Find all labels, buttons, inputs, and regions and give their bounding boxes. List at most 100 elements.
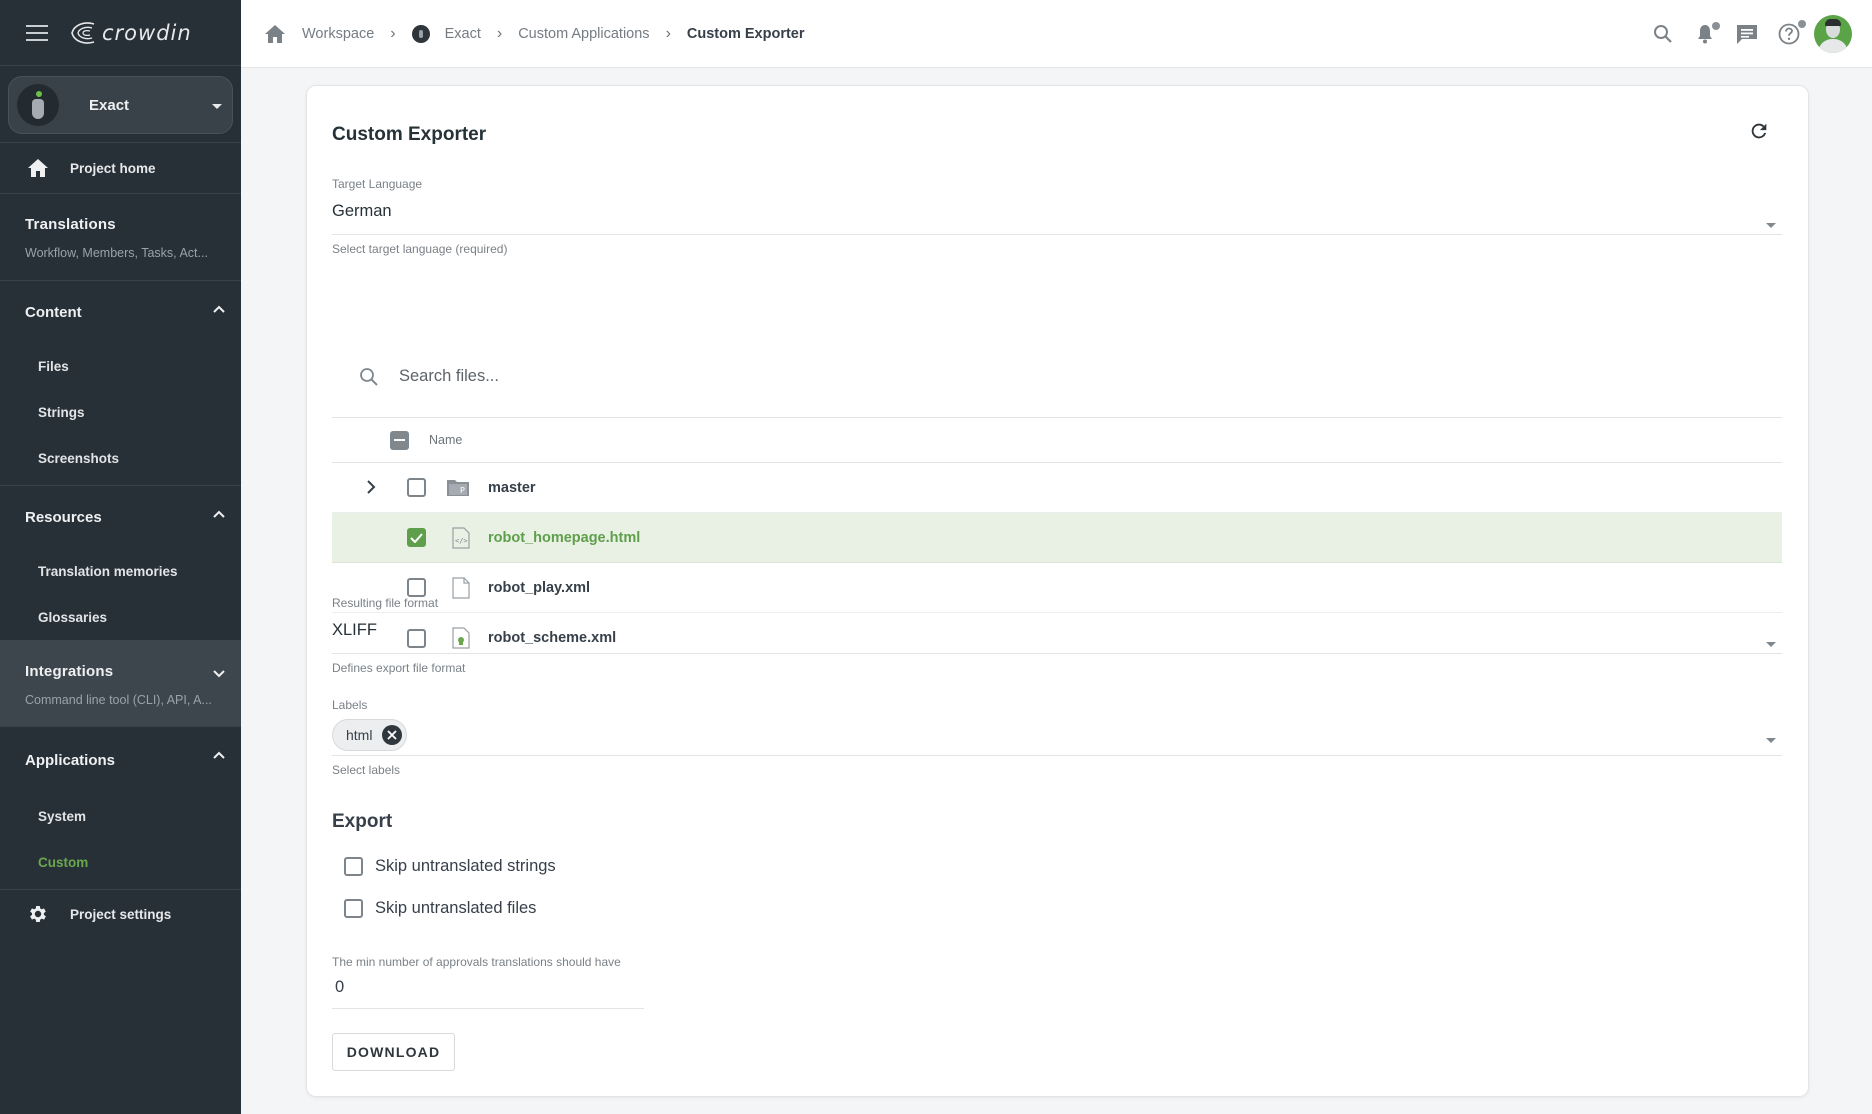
section-title: Translations bbox=[25, 216, 116, 233]
row-checkbox[interactable] bbox=[407, 478, 426, 497]
crowdin-logo[interactable]: crowdin bbox=[68, 21, 192, 45]
min-approvals-field: The min number of approvals translations… bbox=[332, 955, 644, 1009]
sidebar-item-translation-memories[interactable]: Translation memories bbox=[0, 548, 241, 594]
sidebar-section-applications[interactable]: Applications bbox=[0, 727, 241, 793]
field-help-text: Select target language (required) bbox=[332, 242, 508, 256]
section-title: Applications bbox=[25, 751, 116, 769]
breadcrumb-current: Custom Exporter bbox=[686, 25, 805, 42]
breadcrumb-project[interactable]: Exact bbox=[445, 26, 481, 42]
chevron-right-icon: › bbox=[665, 24, 671, 42]
min-approvals-input[interactable] bbox=[332, 978, 644, 997]
home-icon bbox=[26, 158, 50, 178]
row-checkbox[interactable] bbox=[407, 578, 426, 597]
file-name: robot_play.xml bbox=[488, 579, 591, 596]
file-name: robot_homepage.html bbox=[488, 529, 641, 546]
export-section-title: Export bbox=[332, 811, 393, 832]
table-row[interactable]: </> robot_homepage.html bbox=[332, 513, 1782, 563]
field-underline bbox=[332, 755, 1782, 756]
svg-text:P: P bbox=[460, 486, 465, 495]
folder-icon: P bbox=[447, 480, 469, 496]
refresh-button[interactable] bbox=[1748, 120, 1770, 147]
dropdown-caret-icon[interactable] bbox=[1766, 642, 1776, 647]
field-label: Resulting file format bbox=[332, 596, 439, 610]
field-label: The min number of approvals translations… bbox=[332, 955, 621, 969]
row-checkbox[interactable] bbox=[407, 528, 426, 547]
project-switcher[interactable]: Exact bbox=[8, 76, 233, 134]
label-chip: html bbox=[332, 719, 408, 751]
file-format-select[interactable]: Resulting file format XLIFF Defines expo… bbox=[332, 596, 1782, 675]
menu-icon[interactable] bbox=[26, 24, 48, 41]
chevron-up-icon bbox=[213, 305, 225, 313]
breadcrumb-workspace[interactable]: Workspace bbox=[302, 26, 374, 42]
sidebar-item-label: Project home bbox=[70, 160, 156, 176]
sidebar: crowdin Exact Project home Translations … bbox=[0, 0, 241, 1114]
checkbox[interactable] bbox=[344, 899, 363, 918]
project-name: Exact bbox=[89, 96, 130, 114]
sidebar-item-custom[interactable]: Custom bbox=[0, 839, 241, 885]
chat-icon bbox=[1737, 25, 1757, 44]
breadcrumb-custom-applications[interactable]: Custom Applications bbox=[518, 26, 649, 42]
sidebar-item-screenshots[interactable]: Screenshots bbox=[0, 435, 241, 481]
messages-button[interactable] bbox=[1726, 14, 1768, 54]
sidebar-section-content[interactable]: Content bbox=[0, 281, 241, 343]
sidebar-item-project-home[interactable]: Project home bbox=[0, 143, 241, 193]
section-title: Integrations bbox=[25, 663, 114, 680]
field-underline bbox=[332, 653, 1782, 654]
section-title: Content bbox=[25, 303, 82, 321]
remove-chip-button[interactable] bbox=[382, 725, 403, 745]
sidebar-item-strings[interactable]: Strings bbox=[0, 389, 241, 435]
help-button[interactable] bbox=[1768, 14, 1810, 54]
chevron-right-icon[interactable] bbox=[366, 480, 376, 494]
sidebar-section-translations[interactable]: Translations Workflow, Members, Tasks, A… bbox=[0, 194, 241, 280]
field-label: Target Language bbox=[332, 177, 423, 191]
table-header: Name bbox=[332, 418, 1782, 463]
project-icon bbox=[411, 24, 430, 43]
dropdown-caret-icon[interactable] bbox=[1766, 223, 1776, 228]
field-help-text: Select labels bbox=[332, 763, 401, 777]
checkbox[interactable] bbox=[344, 857, 363, 876]
home-icon[interactable] bbox=[264, 24, 286, 44]
skip-untranslated-strings-checkbox[interactable]: Skip untranslated strings bbox=[344, 857, 556, 876]
skip-untranslated-files-checkbox[interactable]: Skip untranslated files bbox=[344, 899, 536, 918]
notifications-button[interactable] bbox=[1684, 14, 1726, 54]
page-title: Custom Exporter bbox=[332, 124, 487, 145]
labels-select[interactable]: Labels html Select labels bbox=[332, 698, 1782, 777]
project-avatar bbox=[17, 84, 59, 126]
download-button[interactable]: DOWNLOAD bbox=[332, 1033, 455, 1071]
close-icon bbox=[387, 730, 398, 740]
search-files-input[interactable] bbox=[399, 367, 1699, 386]
sidebar-section-integrations[interactable]: Integrations Command line tool (CLI), AP… bbox=[0, 640, 241, 726]
chip-label: html bbox=[346, 727, 373, 743]
sidebar-item-project-settings[interactable]: Project settings bbox=[0, 890, 241, 938]
column-header-name[interactable]: Name bbox=[429, 433, 462, 447]
file-search bbox=[332, 336, 1782, 418]
brand-name: crowdin bbox=[102, 20, 192, 45]
user-avatar[interactable] bbox=[1814, 15, 1852, 53]
search-icon bbox=[1654, 25, 1672, 43]
html-file-icon: </> bbox=[452, 527, 470, 549]
crowdin-logo-icon bbox=[71, 21, 95, 44]
sidebar-item-system[interactable]: System bbox=[0, 793, 241, 839]
check-icon bbox=[410, 532, 423, 543]
search-button[interactable] bbox=[1642, 14, 1684, 54]
section-subtitle: Workflow, Members, Tasks, Act... bbox=[25, 246, 208, 260]
help-badge bbox=[1798, 20, 1806, 28]
sidebar-item-files[interactable]: Files bbox=[0, 343, 241, 389]
dropdown-caret-icon bbox=[212, 104, 222, 109]
help-icon bbox=[1778, 23, 1800, 45]
top-bar: Workspace › Exact › Custom Applications … bbox=[241, 0, 1872, 68]
chevron-right-icon: › bbox=[496, 24, 503, 42]
breadcrumb: Workspace › Exact › Custom Applications … bbox=[264, 24, 805, 44]
selected-value: German bbox=[332, 202, 392, 220]
sidebar-section-resources[interactable]: Resources bbox=[0, 486, 241, 548]
field-label: Labels bbox=[332, 698, 368, 712]
select-all-checkbox[interactable] bbox=[390, 430, 409, 450]
field-underline bbox=[332, 1008, 644, 1009]
refresh-icon bbox=[1751, 123, 1767, 139]
target-language-select[interactable]: Target Language German Select target lan… bbox=[332, 177, 1782, 256]
sidebar-item-label: Project settings bbox=[70, 906, 172, 922]
sidebar-item-glossaries[interactable]: Glossaries bbox=[0, 594, 241, 640]
table-row[interactable]: P master bbox=[332, 463, 1782, 513]
checkbox-label: Skip untranslated files bbox=[375, 899, 537, 917]
dropdown-caret-icon[interactable] bbox=[1766, 738, 1776, 743]
